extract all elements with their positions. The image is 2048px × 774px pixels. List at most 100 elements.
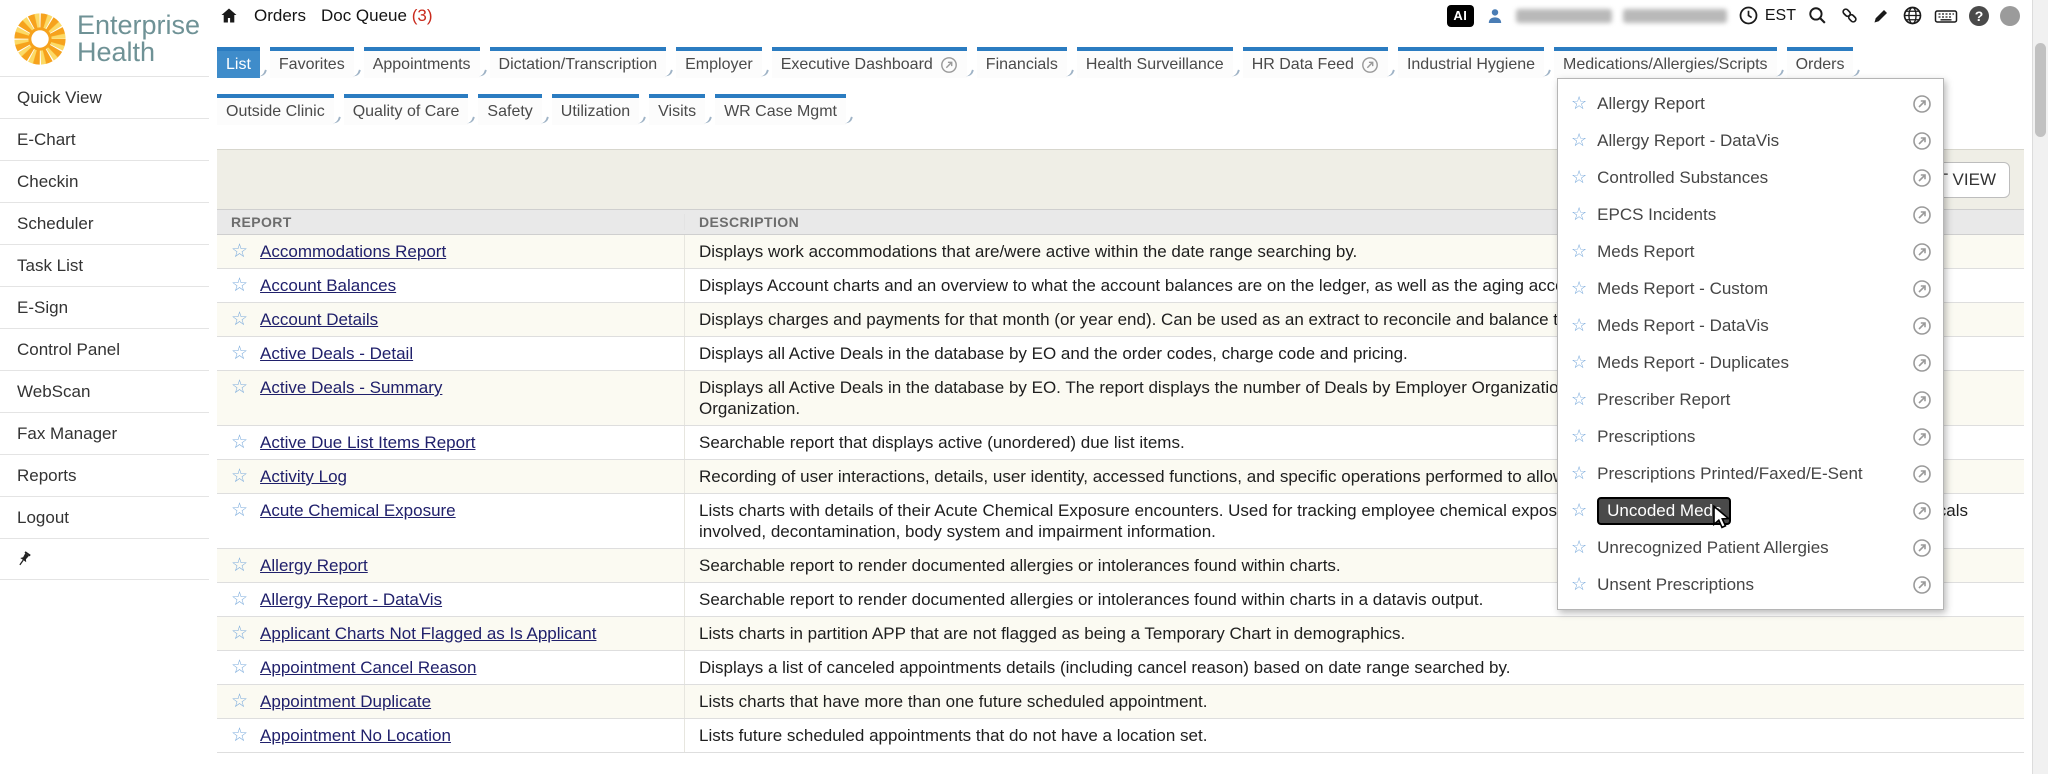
favorite-star-icon[interactable]: ☆ <box>231 377 248 398</box>
report-link[interactable]: Account Details <box>260 309 378 330</box>
run-report-icon[interactable] <box>1912 242 1932 262</box>
run-report-icon[interactable] <box>1912 279 1932 299</box>
sidebar-item-reports[interactable]: Reports <box>0 455 209 497</box>
report-link[interactable]: Allergy Report <box>260 555 368 576</box>
menu-item-controlled-substances[interactable]: ☆ Controlled Substances <box>1558 159 1943 196</box>
favorite-star-icon[interactable]: ☆ <box>231 623 248 644</box>
favorite-star-icon[interactable]: ☆ <box>1571 93 1587 114</box>
sidebar-item-logout[interactable]: Logout <box>0 497 209 539</box>
report-link[interactable]: Appointment No Location <box>260 725 451 746</box>
run-report-icon[interactable] <box>1912 464 1932 484</box>
sidebar-item-e-chart[interactable]: E-Chart <box>0 119 209 161</box>
tab-quality-of-care[interactable]: Quality of Care <box>344 94 469 125</box>
favorite-star-icon[interactable]: ☆ <box>231 309 248 330</box>
menu-item-allergy-report-datavis[interactable]: ☆ Allergy Report - DataVis <box>1558 122 1943 159</box>
menu-item-unrecognized-patient-allergies[interactable]: ☆ Unrecognized Patient Allergies <box>1558 529 1943 566</box>
tab-outside-clinic[interactable]: Outside Clinic <box>217 94 334 125</box>
favorite-star-icon[interactable]: ☆ <box>231 657 248 678</box>
menu-item-prescriptions-printed-faxed-esent[interactable]: ☆ Prescriptions Printed/Faxed/E-Sent <box>1558 455 1943 492</box>
report-link[interactable]: Active Deals - Summary <box>260 377 442 398</box>
tab-dictation-transcription[interactable]: Dictation/Transcription <box>490 47 667 78</box>
popout-arrow-icon[interactable] <box>1361 56 1379 74</box>
tab-utilization[interactable]: Utilization <box>552 94 639 125</box>
vertical-scrollbar[interactable] <box>2032 0 2048 774</box>
run-report-icon[interactable] <box>1912 205 1932 225</box>
report-link[interactable]: Account Balances <box>260 275 396 296</box>
run-report-icon[interactable] <box>1912 538 1932 558</box>
sidebar-item-webscan[interactable]: WebScan <box>0 371 209 413</box>
favorite-star-icon[interactable]: ☆ <box>231 500 248 521</box>
scrollbar-thumb[interactable] <box>2035 43 2046 137</box>
favorite-star-icon[interactable]: ☆ <box>1571 352 1587 373</box>
clock-icon[interactable] <box>1738 5 1759 26</box>
favorite-star-icon[interactable]: ☆ <box>231 555 248 576</box>
run-report-icon[interactable] <box>1912 575 1932 595</box>
favorite-star-icon[interactable]: ☆ <box>231 432 248 453</box>
report-link[interactable]: Applicant Charts Not Flagged as Is Appli… <box>260 623 596 644</box>
menu-item-meds-report[interactable]: ☆ Meds Report <box>1558 233 1943 270</box>
menu-item-prescriptions[interactable]: ☆ Prescriptions <box>1558 418 1943 455</box>
status-circle-icon[interactable] <box>2000 6 2020 26</box>
favorite-star-icon[interactable]: ☆ <box>1571 315 1587 336</box>
nav-doc-queue-link[interactable]: Doc Queue (3) <box>321 6 433 26</box>
favorite-star-icon[interactable]: ☆ <box>1571 167 1587 188</box>
favorite-star-icon[interactable]: ☆ <box>1571 130 1587 151</box>
tab-financials[interactable]: Financials <box>977 47 1067 78</box>
sidebar-item-scheduler[interactable]: Scheduler <box>0 203 209 245</box>
popout-arrow-icon[interactable] <box>940 56 958 74</box>
favorite-star-icon[interactable]: ☆ <box>231 691 248 712</box>
run-report-icon[interactable] <box>1912 131 1932 151</box>
keyboard-icon[interactable] <box>1934 6 1958 26</box>
sidebar-item-control-panel[interactable]: Control Panel <box>0 329 209 371</box>
menu-item-uncoded-meds[interactable]: ☆ Uncoded Meds <box>1558 492 1943 529</box>
menu-item-prescriber-report[interactable]: ☆ Prescriber Report <box>1558 381 1943 418</box>
sidebar-item-checkin[interactable]: Checkin <box>0 161 209 203</box>
report-link[interactable]: Appointment Cancel Reason <box>260 657 476 678</box>
globe-icon[interactable] <box>1902 5 1923 26</box>
report-link[interactable]: Appointment Duplicate <box>260 691 431 712</box>
report-link[interactable]: Allergy Report - DataVis <box>260 589 442 610</box>
favorite-star-icon[interactable]: ☆ <box>231 589 248 610</box>
tab-executive-dashboard[interactable]: Executive Dashboard <box>772 47 967 78</box>
sidebar-item-e-sign[interactable]: E-Sign <box>0 287 209 329</box>
menu-item-meds-report-custom[interactable]: ☆ Meds Report - Custom <box>1558 270 1943 307</box>
tab-health-surveillance[interactable]: Health Surveillance <box>1077 47 1233 78</box>
menu-item-epcs-incidents[interactable]: ☆ EPCS Incidents <box>1558 196 1943 233</box>
tab-hr-data-feed[interactable]: HR Data Feed <box>1243 47 1388 78</box>
nav-orders-link[interactable]: Orders <box>254 6 306 26</box>
home-icon[interactable] <box>219 6 239 26</box>
run-report-icon[interactable] <box>1912 501 1932 521</box>
menu-item-meds-report-datavis[interactable]: ☆ Meds Report - DataVis <box>1558 307 1943 344</box>
tab-medications-allergies-scripts[interactable]: Medications/Allergies/Scripts <box>1554 47 1777 78</box>
favorite-star-icon[interactable]: ☆ <box>231 275 248 296</box>
report-link[interactable]: Active Due List Items Report <box>260 432 475 453</box>
tab-visits[interactable]: Visits <box>649 94 705 125</box>
tab-employer[interactable]: Employer <box>676 47 762 78</box>
report-link[interactable]: Acute Chemical Exposure <box>260 500 456 521</box>
run-report-icon[interactable] <box>1912 316 1932 336</box>
favorite-star-icon[interactable]: ☆ <box>1571 204 1587 225</box>
report-link[interactable]: Accommodations Report <box>260 241 446 262</box>
sidebar-item-fax-manager[interactable]: Fax Manager <box>0 413 209 455</box>
tab-favorites[interactable]: Favorites <box>270 47 354 78</box>
run-report-icon[interactable] <box>1912 427 1932 447</box>
favorite-star-icon[interactable]: ☆ <box>1571 500 1587 521</box>
help-icon[interactable]: ? <box>1969 6 1989 26</box>
favorite-star-icon[interactable]: ☆ <box>1571 241 1587 262</box>
report-link[interactable]: Active Deals - Detail <box>260 343 413 364</box>
user-icon[interactable] <box>1485 6 1505 26</box>
tab-safety[interactable]: Safety <box>478 94 541 125</box>
ai-assistant-button[interactable]: AI <box>1447 5 1474 27</box>
tab-industrial-hygiene[interactable]: Industrial Hygiene <box>1398 47 1544 78</box>
favorite-star-icon[interactable]: ☆ <box>231 466 248 487</box>
tab-wr-case-mgmt[interactable]: WR Case Mgmt <box>715 94 846 125</box>
menu-item-allergy-report[interactable]: ☆ Allergy Report <box>1558 85 1943 122</box>
edit-pencil-icon[interactable] <box>1871 6 1891 26</box>
sidebar-pin-toggle[interactable] <box>0 539 209 580</box>
favorite-star-icon[interactable]: ☆ <box>1571 278 1587 299</box>
search-icon[interactable] <box>1807 5 1828 26</box>
run-report-icon[interactable] <box>1912 168 1932 188</box>
favorite-star-icon[interactable]: ☆ <box>1571 574 1587 595</box>
run-report-icon[interactable] <box>1912 390 1932 410</box>
tab-orders[interactable]: Orders <box>1787 47 1854 78</box>
